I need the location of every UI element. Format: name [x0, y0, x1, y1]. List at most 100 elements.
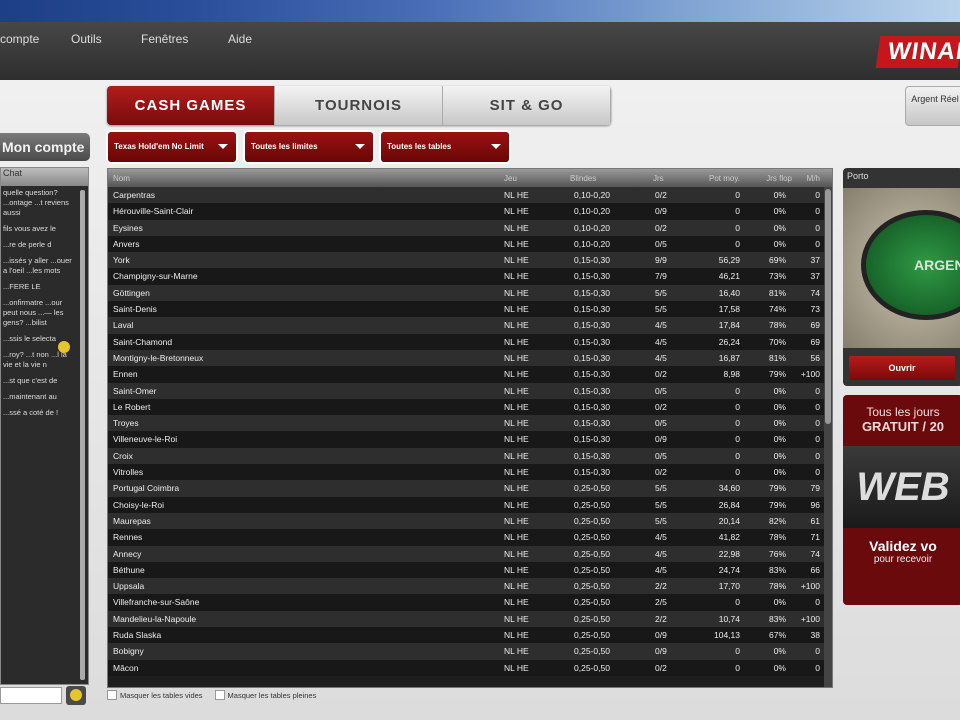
blinds: 0,25-0,50: [574, 515, 610, 526]
header-flop[interactable]: Jrs flop: [766, 174, 792, 183]
hide-full-checkbox[interactable]: [214, 690, 225, 700]
avg-pot: 0: [735, 238, 740, 249]
promo-banner[interactable]: Tous les jours GRATUIT / 20 WEB Validez …: [843, 395, 960, 605]
tab-cash-games[interactable]: CASH GAMES: [107, 86, 275, 125]
players: 0/2: [655, 401, 667, 412]
table-row[interactable]: Troyes NL HE 0,15-0,30 0/5 0 0% 0: [108, 415, 832, 432]
header-players[interactable]: Jrs: [653, 174, 664, 183]
menu-fenetres[interactable]: Fenêtres: [141, 32, 188, 46]
blinds: 0,10-0,20: [574, 190, 610, 200]
header-name[interactable]: Nom: [113, 174, 130, 183]
table-row[interactable]: Bobigny NL HE 0,25-0,50 0/9 0 0% 0: [108, 643, 832, 660]
table-filter-dropdown[interactable]: Toutes les tables: [381, 132, 509, 162]
table-scrollbar[interactable]: [824, 187, 832, 687]
hands-per-hour: 66: [810, 564, 820, 575]
hide-full-option[interactable]: Masquer les tables pleines: [214, 690, 317, 700]
table-name: York: [113, 255, 130, 266]
table-row[interactable]: Montigny-le-Bretonneux NL HE 0,15-0,30 4/5 1…: [108, 349, 832, 367]
table-row[interactable]: Portugal Coimbra NL HE 0,25-0,50 5/5 34,60 79…: [108, 480, 832, 497]
game: NL HE: [504, 385, 529, 396]
mon-compte-button[interactable]: Mon compte: [0, 133, 90, 161]
table-row[interactable]: Vitrolles NL HE 0,15-0,30 0/2 0 0% 0: [108, 464, 832, 481]
poker-table-image: ARGENT: [843, 188, 960, 348]
table-row[interactable]: Ennen NL HE 0,15-0,30 0/2 8,98 79% +100: [108, 366, 832, 383]
menu-outils[interactable]: Outils: [71, 32, 102, 46]
menu-aide[interactable]: Aide: [228, 32, 252, 46]
scroll-thumb[interactable]: [825, 189, 831, 424]
hands-per-hour: 0: [815, 190, 820, 200]
hands-per-hour: +100: [800, 613, 820, 624]
table-row[interactable]: Hérouville-Saint-Clair NL HE 0,10-0,20 0/9 0…: [108, 203, 832, 220]
table-row[interactable]: Eysines NL HE 0,10-0,20 0/2 0 0% 0: [108, 219, 832, 236]
table-row[interactable]: Le Robert NL HE 0,15-0,30 0/2 0 0% 0: [108, 398, 832, 416]
open-table-button[interactable]: Ouvrir: [849, 356, 955, 380]
header-avg-pot[interactable]: Pot moy.: [709, 174, 740, 183]
real-money-button[interactable]: Argent Réel: [905, 86, 960, 126]
table-name: Champigny-sur-Marne: [113, 271, 198, 282]
flop-percent: 78%: [768, 532, 786, 543]
header-hands[interactable]: M/h: [807, 174, 820, 183]
avg-pot: 0: [735, 450, 740, 461]
hide-empty-option[interactable]: Masquer les tables vides: [107, 690, 203, 700]
chat-scrollbar[interactable]: [80, 190, 85, 680]
table-row[interactable]: Saint-Omer NL HE 0,15-0,30 0/5 0 0% 0: [108, 382, 832, 399]
hide-full-label: Masquer les tables pleines: [227, 690, 317, 700]
table-row[interactable]: Annecy NL HE 0,25-0,50 4/5 22,98 76% 74: [108, 545, 832, 562]
table-name: Hérouville-Saint-Clair: [113, 206, 194, 217]
blinds: 0,25-0,50: [574, 662, 610, 673]
chat-input[interactable]: [0, 687, 62, 704]
table-row[interactable]: Béthune NL HE 0,25-0,50 4/5 24,74 83% 66: [108, 561, 832, 579]
table-row[interactable]: Laval NL HE 0,15-0,30 4/5 17,84 78% 69: [108, 317, 832, 334]
header-blinds[interactable]: Blindes: [570, 174, 596, 183]
table-row[interactable]: Saint-Chamond NL HE 0,15-0,30 4/5 26,24 70% 69: [108, 333, 832, 350]
tab-tournois[interactable]: TOURNOIS: [275, 86, 443, 125]
ad-line4: pour recevoir: [873, 554, 933, 565]
game: NL HE: [504, 222, 529, 233]
table-row[interactable]: Rennes NL HE 0,25-0,50 4/5 41,82 78% 71: [108, 529, 832, 546]
hands-per-hour: 71: [810, 532, 820, 543]
table-row[interactable]: Champigny-sur-Marne NL HE 0,15-0,30 7/9 46,2…: [108, 268, 832, 285]
game: NL HE: [504, 613, 529, 624]
players: 0/2: [655, 222, 667, 233]
filter-label: Toutes les tables: [387, 142, 452, 151]
table-name: Carpentras: [113, 190, 156, 200]
flop-percent: 0%: [773, 190, 786, 200]
table-row[interactable]: Anvers NL HE 0,10-0,20 0/5 0 0% 0: [108, 235, 832, 253]
table-row[interactable]: Mandelieu-la-Napoule NL HE 0,25-0,50 2/2 10,…: [108, 610, 832, 628]
hide-empty-checkbox[interactable]: [107, 690, 117, 700]
blinds: 0,15-0,30: [574, 467, 610, 478]
chevron-down-icon: [491, 144, 501, 149]
table-row[interactable]: Maurepas NL HE 0,25-0,50 5/5 20,14 82% 61: [108, 512, 832, 530]
game: NL HE: [504, 450, 529, 461]
limit-filter-dropdown[interactable]: Toutes les limites: [245, 132, 373, 162]
tab-sit-go[interactable]: SIT & GO: [443, 86, 611, 125]
avg-pot: 0: [735, 385, 740, 396]
hands-per-hour: 74: [810, 287, 820, 298]
chat-message: ...st que c'est de: [3, 376, 58, 385]
menu-compte[interactable]: compte: [0, 32, 39, 46]
players: 5/5: [655, 287, 667, 298]
table-row[interactable]: Carpentras NL HE 0,10-0,20 0/2 0 0% 0: [108, 187, 832, 204]
table-row[interactable]: Saint-Denis NL HE 0,15-0,30 5/5 17,58 74% 73: [108, 301, 832, 318]
table-row[interactable]: Mâcon NL HE 0,25-0,50 0/2 0 0% 0: [108, 659, 832, 676]
game: NL HE: [504, 320, 529, 331]
table-row[interactable]: Croix NL HE 0,15-0,30 0/5 0 0% 0: [108, 447, 832, 465]
game: NL HE: [504, 597, 529, 608]
table-row[interactable]: Choisy-le-Roi NL HE 0,25-0,50 5/5 26,84 79% 96: [108, 496, 832, 513]
table-row[interactable]: Villefranche-sur-Saône NL HE 0,25-0,50 2/5 0…: [108, 594, 832, 611]
table-name: Ruda Slaska: [113, 630, 162, 641]
header-game[interactable]: Jeu: [504, 174, 517, 183]
table-row[interactable]: Uppsala NL HE 0,25-0,50 2/2 17,70 78% +100: [108, 578, 832, 595]
flop-percent: 0%: [773, 238, 786, 249]
game-filter-dropdown[interactable]: Texas Hold'em No Limit: [108, 132, 236, 162]
table-row[interactable]: Göttingen NL HE 0,15-0,30 5/5 16,40 81% 74: [108, 284, 832, 302]
table-row[interactable]: York NL HE 0,15-0,30 9/9 56,29 69% 37: [108, 252, 832, 269]
hands-per-hour: 69: [810, 336, 820, 347]
emoticon-button[interactable]: [66, 686, 86, 705]
table-row[interactable]: Ruda Slaska NL HE 0,25-0,50 0/9 104,13 67% 38: [108, 627, 832, 644]
table-row[interactable]: Villeneuve-le-Roi NL HE 0,15-0,30 0/9 0 0% 0: [108, 431, 832, 448]
table-name: Mâcon: [113, 662, 139, 673]
blinds: 0,15-0,30: [574, 304, 610, 315]
avg-pot: 56,29: [718, 255, 740, 266]
game: NL HE: [504, 336, 529, 347]
